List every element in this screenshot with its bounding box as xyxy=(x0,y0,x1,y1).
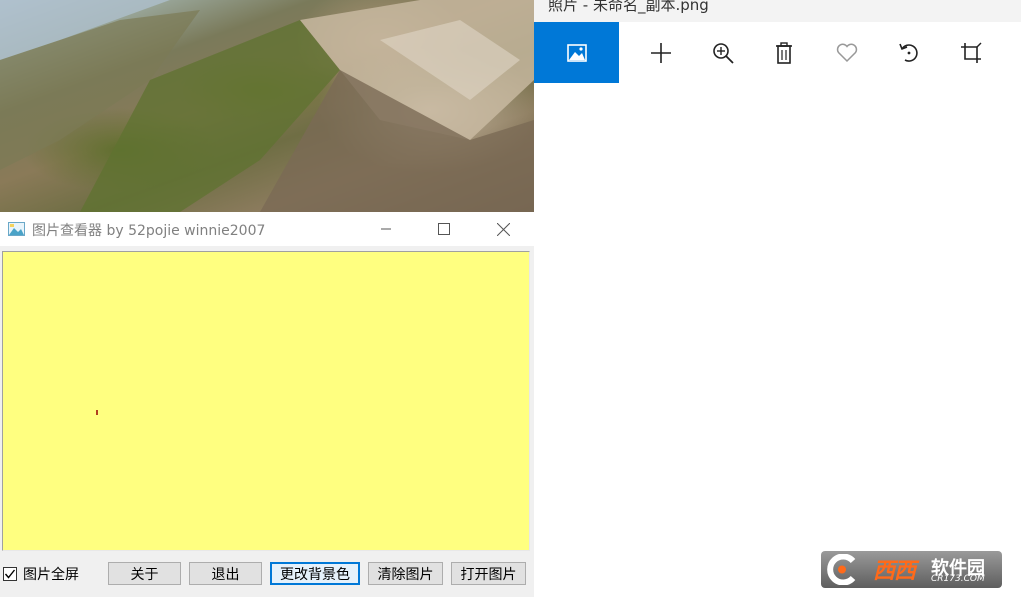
clear-image-button[interactable]: 清除图片 xyxy=(368,562,443,585)
photos-titlebar[interactable]: 照片 - 未命名_副本.png xyxy=(534,0,1021,22)
logo-site: CR173.COM xyxy=(931,574,985,584)
checkmark-icon xyxy=(4,569,16,579)
maximize-button[interactable] xyxy=(421,212,467,246)
close-button[interactable] xyxy=(480,212,526,246)
add-icon xyxy=(651,42,671,63)
image-info-button[interactable] xyxy=(534,22,619,83)
fullscreen-label: 图片全屏 xyxy=(23,567,79,583)
photos-command-bar xyxy=(534,22,1021,83)
app-icon xyxy=(8,222,25,236)
image-viewer-window: 图片查看器 by 52pojie winnie2007 图片全屏 关于 退出 更… xyxy=(0,212,535,597)
viewer-title: 图片查看器 by 52pojie winnie2007 xyxy=(32,223,266,239)
site-logo: 西西 软件园 CR173.COM xyxy=(821,551,1002,588)
photos-title: 照片 - 未命名_副本.png xyxy=(548,0,709,14)
mountain-image xyxy=(0,0,534,212)
rotate-button[interactable] xyxy=(878,22,940,83)
photos-app-window: 照片 - 未命名_副本.png xyxy=(534,0,1021,597)
desktop-wallpaper xyxy=(0,0,534,212)
change-background-button[interactable]: 更改背景色 xyxy=(270,562,360,585)
checkbox-box[interactable] xyxy=(3,567,17,581)
image-canvas[interactable] xyxy=(2,251,530,551)
open-image-button[interactable]: 打开图片 xyxy=(451,562,526,585)
image-icon xyxy=(566,43,587,62)
maximize-icon xyxy=(438,223,450,235)
fullscreen-checkbox[interactable]: 图片全屏 xyxy=(3,564,79,584)
minimize-button[interactable] xyxy=(363,212,409,246)
exit-button[interactable]: 退出 xyxy=(189,562,262,585)
about-button[interactable]: 关于 xyxy=(108,562,181,585)
rotate-icon xyxy=(899,43,918,62)
favorite-icon xyxy=(836,43,858,62)
logo-c-icon xyxy=(827,554,856,585)
image-artifact xyxy=(96,410,98,415)
close-icon xyxy=(496,222,510,236)
add-button[interactable] xyxy=(630,22,692,83)
minimize-icon xyxy=(381,228,391,230)
favorite-button[interactable] xyxy=(816,22,878,83)
delete-icon xyxy=(776,41,792,64)
zoom-in-icon xyxy=(713,42,734,64)
viewer-titlebar[interactable]: 图片查看器 by 52pojie winnie2007 xyxy=(0,212,534,246)
viewer-toolbar: 图片全屏 关于 退出 更改背景色 清除图片 打开图片 xyxy=(0,556,534,597)
delete-button[interactable] xyxy=(753,22,815,83)
logo-brand: 西西 xyxy=(873,559,916,584)
zoom-in-button[interactable] xyxy=(692,22,754,83)
crop-icon xyxy=(961,42,982,63)
crop-button[interactable] xyxy=(940,22,1002,83)
